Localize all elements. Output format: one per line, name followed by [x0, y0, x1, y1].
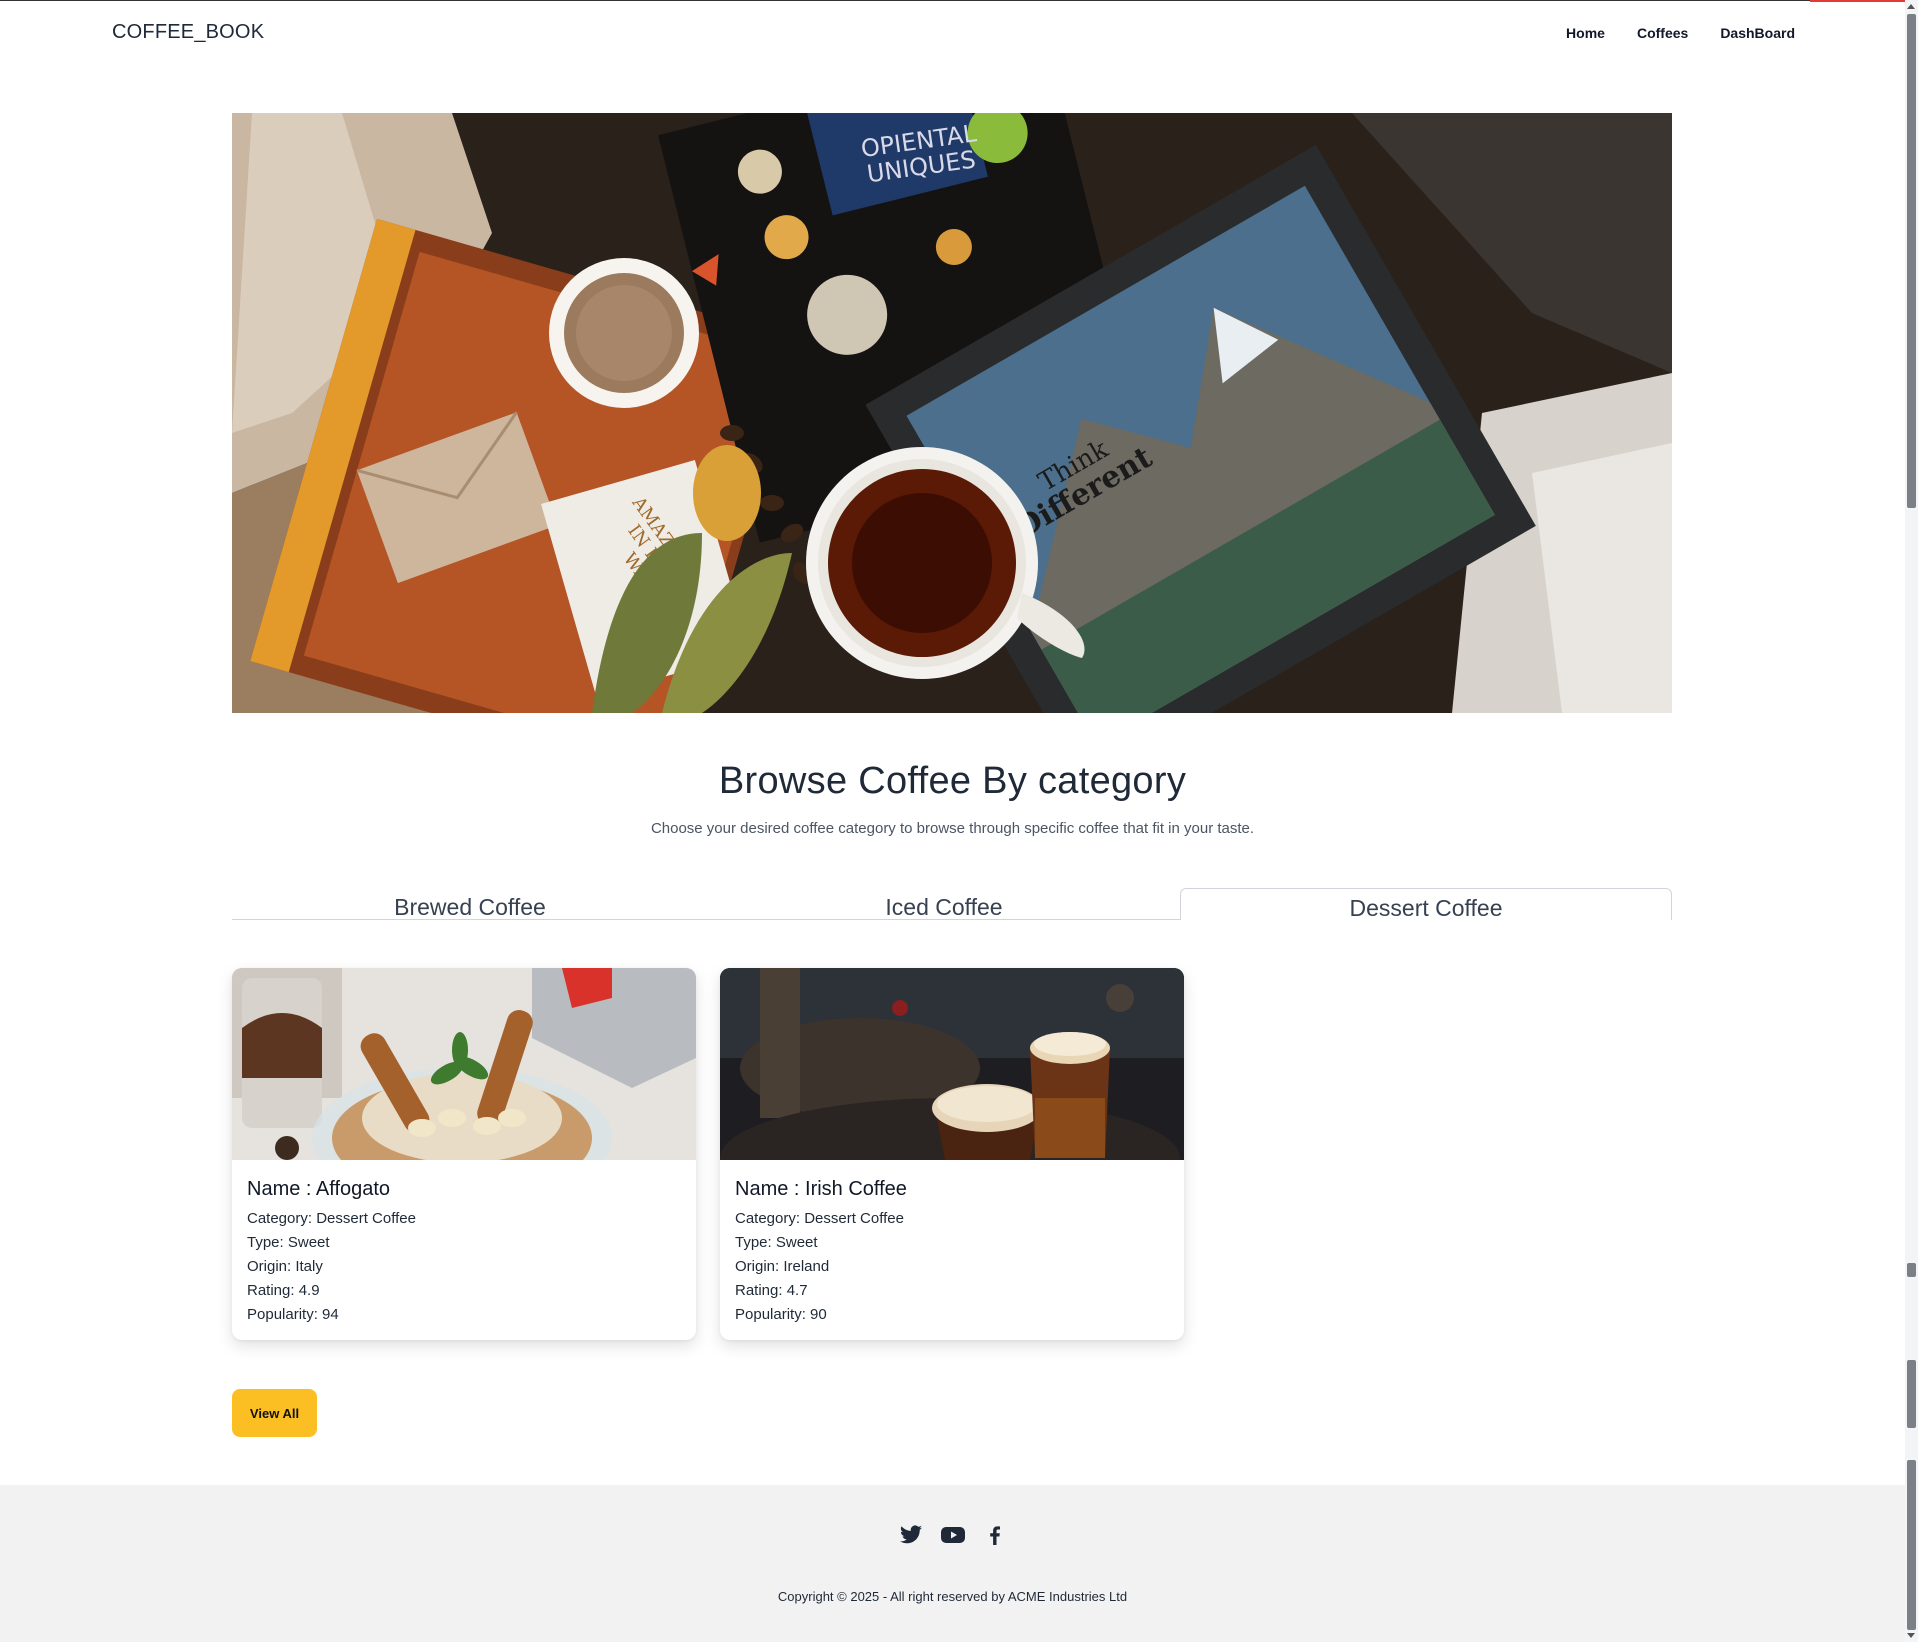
coffee-type: Type: Sweet — [735, 1234, 818, 1251]
brand-logo[interactable]: COFFEE_BOOK — [112, 21, 264, 44]
coffee-category: Category: Dessert Coffee — [735, 1210, 904, 1227]
twitter-icon[interactable] — [899, 1523, 923, 1547]
coffee-popularity: Popularity: 90 — [735, 1306, 827, 1323]
coffee-origin: Origin: Ireland — [735, 1258, 830, 1275]
youtube-icon[interactable] — [940, 1523, 965, 1547]
nav-home-link[interactable]: Home — [1566, 25, 1605, 41]
coffee-origin: Origin: Italy — [247, 1258, 323, 1275]
scrollbar-thumb[interactable] — [1907, 14, 1916, 508]
coffee-rating: Rating: 4.7 — [735, 1282, 808, 1299]
scroll-marker — [1907, 1360, 1916, 1428]
card-body: Name : Irish Coffee Category: Dessert Co… — [720, 1160, 1184, 1340]
scroll-marker — [1907, 1460, 1916, 1630]
scroll-marker — [1907, 1263, 1916, 1277]
card-body: Name : Affogato Category: Dessert Coffee… — [232, 1160, 696, 1340]
copyright-text: Copyright © 2025 - All right reserved by… — [777, 1589, 1128, 1604]
scroll-up-arrow[interactable] — [1907, 4, 1915, 9]
nav-links: Home Coffees DashBoard — [1566, 25, 1795, 41]
coffee-name: Name : Affogato — [247, 1178, 391, 1200]
coffee-card[interactable]: Name : Affogato Category: Dessert Coffee… — [232, 968, 696, 1340]
view-all-button[interactable]: View All — [232, 1389, 317, 1437]
coffee-popularity: Popularity: 94 — [247, 1306, 339, 1323]
coffee-category: Category: Dessert Coffee — [247, 1210, 416, 1227]
coffee-rating: Rating: 4.9 — [247, 1282, 320, 1299]
nav-coffees-link[interactable]: Coffees — [1637, 25, 1688, 41]
footer: Copyright © 2025 - All right reserved by… — [0, 1485, 1905, 1642]
tab-dessert-coffee[interactable]: Dessert Coffee — [1180, 888, 1672, 921]
scroll-down-arrow[interactable] — [1907, 1633, 1915, 1638]
browse-title: Browse Coffee By category — [718, 760, 1187, 802]
coffee-card[interactable]: Name : Irish Coffee Category: Dessert Co… — [720, 968, 1184, 1340]
tab-brewed-coffee[interactable]: Brewed Coffee — [232, 888, 708, 920]
affogato-image — [232, 968, 696, 1160]
nav-dashboard-link[interactable]: DashBoard — [1720, 25, 1795, 41]
coffee-type: Type: Sweet — [247, 1234, 330, 1251]
category-tabs: Brewed Coffee Iced Coffee Dessert Coffee — [232, 888, 1672, 921]
social-links — [0, 1523, 1905, 1547]
facebook-icon[interactable] — [983, 1523, 1007, 1547]
hero-banner-image: AMAZING IN EVERY WAY... OPIENTAL UNIQUES — [232, 113, 1672, 713]
tab-iced-coffee[interactable]: Iced Coffee — [706, 888, 1182, 920]
scrollbar[interactable] — [1905, 0, 1918, 1642]
coffee-name: Name : Irish Coffee — [735, 1178, 907, 1200]
navbar: COFFEE_BOOK Home Coffees DashBoard — [0, 1, 1905, 67]
browse-subtitle: Choose your desired coffee category to b… — [650, 820, 1255, 837]
irish-coffee-image — [720, 968, 1184, 1160]
